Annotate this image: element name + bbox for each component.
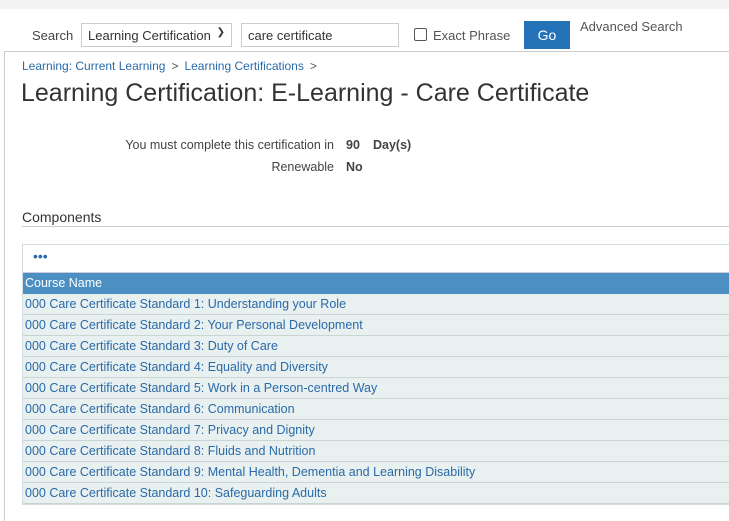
complete-in-unit: Day(s) bbox=[373, 138, 412, 152]
table-row: 000 Care Certificate Standard 1: Underst… bbox=[23, 294, 729, 315]
more-actions-icon[interactable]: ••• bbox=[33, 248, 48, 264]
breadcrumb: Learning: Current Learning > Learning Cert… bbox=[22, 59, 323, 73]
course-link[interactable]: 000 Care Certificate Standard 4: Equalit… bbox=[25, 360, 328, 374]
course-link[interactable]: 000 Care Certificate Standard 10: Safegu… bbox=[25, 486, 327, 500]
search-scope-select[interactable]: Learning Certification ❯ bbox=[81, 23, 232, 47]
top-band bbox=[0, 0, 729, 9]
page-title: Learning Certification: E-Learning - Car… bbox=[21, 79, 590, 107]
table-row: 000 Care Certificate Standard 9: Mental … bbox=[23, 462, 729, 483]
table-row: 000 Care Certificate Standard 3: Duty of… bbox=[23, 336, 729, 357]
search-bar: Search Learning Certification ❯ Exact Phr… bbox=[0, 19, 729, 50]
search-scope-value: Learning Certification bbox=[88, 28, 211, 43]
breadcrumb-separator: > bbox=[309, 59, 317, 73]
divider bbox=[22, 226, 729, 227]
course-link[interactable]: 000 Care Certificate Standard 1: Underst… bbox=[25, 297, 346, 311]
course-link[interactable]: 000 Care Certificate Standard 9: Mental … bbox=[25, 465, 475, 479]
course-link[interactable]: 000 Care Certificate Standard 6: Communi… bbox=[25, 402, 295, 416]
main-content: Learning: Current Learning > Learning Cert… bbox=[4, 51, 729, 521]
components-table: ••• Course Name 000 Care Certificate Sta… bbox=[22, 244, 729, 505]
table-toolbar: ••• bbox=[23, 245, 729, 273]
breadcrumb-current-learning[interactable]: Learning: Current Learning bbox=[22, 59, 165, 73]
course-link[interactable]: 000 Care Certificate Standard 3: Duty of… bbox=[25, 339, 278, 353]
course-link[interactable]: 000 Care Certificate Standard 8: Fluids … bbox=[25, 444, 315, 458]
course-link[interactable]: 000 Care Certificate Standard 5: Work in… bbox=[25, 381, 377, 395]
course-link[interactable]: 000 Care Certificate Standard 7: Privacy… bbox=[25, 423, 315, 437]
search-input[interactable] bbox=[241, 23, 399, 47]
go-button[interactable]: Go bbox=[524, 21, 570, 49]
complete-in-value: 90 bbox=[346, 138, 360, 152]
table-row: 000 Care Certificate Standard 5: Work in… bbox=[23, 378, 729, 399]
breadcrumb-separator: > bbox=[171, 59, 179, 73]
course-link[interactable]: 000 Care Certificate Standard 2: Your Pe… bbox=[25, 318, 363, 332]
complete-in-label: You must complete this certification in bbox=[125, 138, 334, 152]
table-row: 000 Care Certificate Standard 10: Safegu… bbox=[23, 483, 729, 504]
table-row: 000 Care Certificate Standard 8: Fluids … bbox=[23, 441, 729, 462]
renewable-label: Renewable bbox=[271, 160, 334, 174]
search-label: Search bbox=[32, 28, 74, 43]
exact-phrase-checkbox[interactable] bbox=[414, 28, 427, 41]
table-row: 000 Care Certificate Standard 6: Communi… bbox=[23, 399, 729, 420]
components-heading: Components bbox=[22, 209, 102, 225]
chevron-down-icon: ❯ bbox=[216, 27, 225, 38]
breadcrumb-learning-certifications[interactable]: Learning Certifications bbox=[184, 59, 303, 73]
renewable-value: No bbox=[346, 160, 363, 174]
advanced-search-link[interactable]: Advanced Search bbox=[580, 19, 683, 34]
table-row: 000 Care Certificate Standard 4: Equalit… bbox=[23, 357, 729, 378]
table-row: 000 Care Certificate Standard 2: Your Pe… bbox=[23, 315, 729, 336]
column-header-course-name[interactable]: Course Name bbox=[23, 273, 729, 294]
exact-phrase-label[interactable]: Exact Phrase bbox=[433, 28, 510, 43]
table-row: 000 Care Certificate Standard 7: Privacy… bbox=[23, 420, 729, 441]
